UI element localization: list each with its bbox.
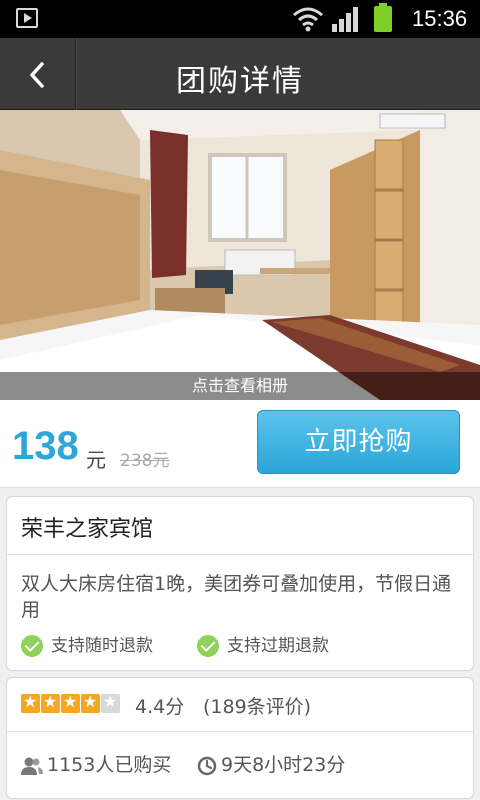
price-unit: 元 bbox=[86, 448, 106, 472]
room-photo bbox=[0, 110, 480, 400]
star-empty-icon bbox=[101, 692, 120, 713]
deal-description: 双人大床房住宿1晚，美团券可叠加使用，节假日通用 bbox=[21, 573, 452, 621]
feature-label: 支持过期退款 bbox=[227, 636, 329, 656]
review-count[interactable]: (189条评价) bbox=[203, 692, 311, 719]
buy-now-button[interactable]: 立即抢购 bbox=[257, 410, 460, 474]
battery-icon bbox=[374, 3, 392, 32]
star-filled-icon bbox=[61, 692, 80, 713]
hotel-photo[interactable]: 点击查看相册 bbox=[0, 110, 480, 400]
notification-icon bbox=[16, 8, 38, 28]
photo-caption: 点击查看相册 bbox=[0, 372, 480, 400]
stats-card: 4.4分 (189条评价) 1153人已购买 9天8小时23分 bbox=[6, 677, 474, 799]
signal-icon bbox=[332, 7, 358, 32]
original-price: 238元 bbox=[120, 451, 170, 471]
page-title: 团购详情 bbox=[176, 64, 304, 99]
clock-icon bbox=[197, 756, 217, 775]
star-filled-icon bbox=[81, 692, 100, 713]
time-left: 9天8小时23分 bbox=[197, 750, 345, 777]
clock: 15:36 bbox=[412, 6, 468, 31]
check-icon bbox=[21, 635, 43, 657]
star-filled-icon bbox=[21, 692, 40, 713]
status-bar: 15:36 bbox=[0, 0, 480, 38]
divider bbox=[7, 554, 473, 555]
bought-text: 1153人已购买 bbox=[47, 754, 172, 776]
people-icon bbox=[21, 757, 43, 775]
star-rating[interactable] bbox=[21, 692, 121, 717]
hotel-name[interactable]: 荣丰之家宾馆 bbox=[21, 511, 153, 543]
wifi-icon bbox=[293, 7, 323, 32]
deal-info-card: 荣丰之家宾馆 双人大床房住宿1晚，美团券可叠加使用，节假日通用 支持随时退款 支… bbox=[6, 496, 474, 671]
feature-refund-expired: 支持过期退款 bbox=[197, 631, 329, 657]
feature-label: 支持随时退款 bbox=[51, 636, 153, 656]
price: 138 bbox=[12, 424, 79, 468]
star-filled-icon bbox=[41, 692, 60, 713]
feature-refund-anytime: 支持随时退款 bbox=[21, 631, 153, 657]
divider bbox=[7, 731, 473, 732]
check-icon bbox=[197, 635, 219, 657]
time-left-text: 9天8小时23分 bbox=[221, 754, 346, 776]
rating-score: 4.4分 bbox=[135, 696, 185, 718]
title-bar: 团购详情 bbox=[0, 38, 480, 110]
bought-count: 1153人已购买 bbox=[21, 750, 171, 777]
